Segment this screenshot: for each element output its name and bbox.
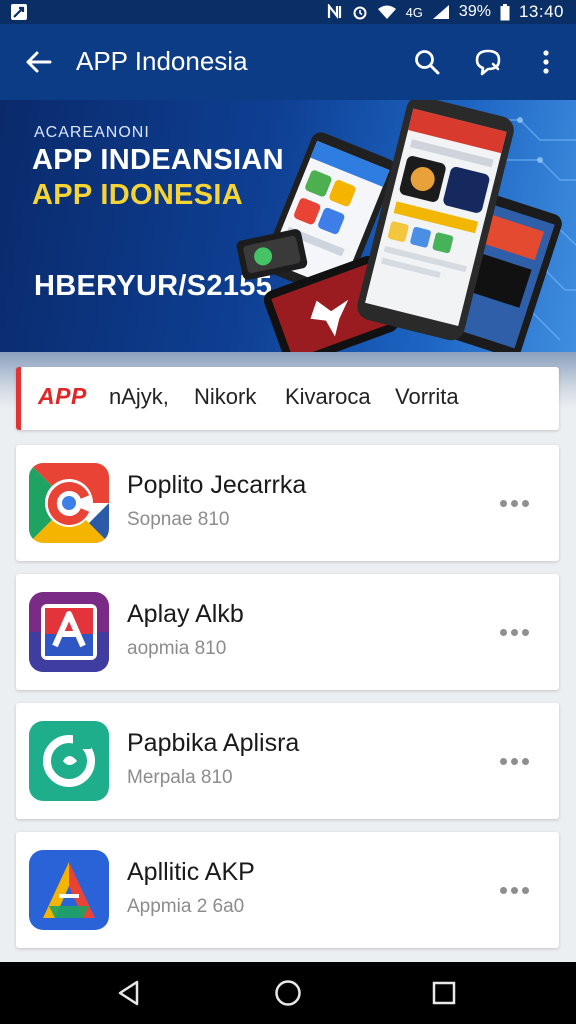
- nav-recent-button[interactable]: [427, 976, 461, 1010]
- search-button[interactable]: [409, 44, 445, 80]
- app-list-item[interactable]: Papbika Aplisra Merpala 810: [16, 703, 559, 819]
- status-icons: 4G 39% 13:40: [327, 2, 564, 22]
- triangle-back-icon: [118, 980, 139, 1006]
- tab-3[interactable]: Kivaroca: [285, 384, 371, 410]
- banner-title-line2: APP IDONESIA: [32, 179, 243, 211]
- notification-icon: [11, 4, 27, 20]
- app-name: Poplito Jecarrka: [127, 471, 307, 499]
- app-bar: APP Indonesia: [0, 24, 576, 100]
- app-name: Papbika Aplisra: [127, 729, 300, 757]
- app-list-item[interactable]: Aplay Alkb aopmia 810: [16, 574, 559, 690]
- app-icon-blue-a: [29, 850, 109, 930]
- more-horizontal-icon[interactable]: [494, 743, 534, 779]
- app-name: Aplay Alkb: [127, 600, 244, 628]
- battery-percent: 39%: [458, 3, 491, 20]
- banner-small-text: ACAREANONI: [34, 124, 150, 141]
- more-vertical-icon: [543, 50, 549, 74]
- page-title: APP Indonesia: [76, 46, 248, 76]
- more-horizontal-icon[interactable]: [494, 872, 534, 908]
- app-list-item[interactable]: Apllitic AKP Appmia 2 6a0: [16, 832, 559, 948]
- circle-home-icon: [275, 980, 301, 1006]
- chat-search-button[interactable]: [470, 44, 506, 80]
- app-meta: aopmia 810: [127, 638, 227, 659]
- overflow-menu-button[interactable]: [528, 44, 564, 80]
- app-name: Apllitic AKP: [127, 858, 255, 886]
- arrow-left-icon: [26, 51, 52, 73]
- network-type-label: 4G: [405, 4, 423, 20]
- app-icon-teal-circle: [29, 721, 109, 801]
- phones-illustration: [236, 100, 562, 352]
- app-icon-colorful-c: [29, 463, 109, 543]
- tab-2[interactable]: Nikork: [194, 384, 256, 410]
- status-time: 13:40: [518, 2, 564, 21]
- promo-banner[interactable]: ACAREANONI APP INDEANSIAN APP IDONESIA H…: [0, 100, 576, 352]
- more-horizontal-icon[interactable]: [494, 485, 534, 521]
- alarm-icon: [352, 4, 368, 20]
- signal-icon: [432, 4, 450, 20]
- system-nav-bar: [0, 962, 576, 1024]
- nav-home-button[interactable]: [271, 976, 305, 1010]
- status-bar: 4G 39% 13:40: [0, 0, 576, 24]
- app-meta: Sopnae 810: [127, 509, 230, 530]
- back-button[interactable]: [20, 44, 56, 80]
- app-icon-red-a: [29, 592, 109, 672]
- app-meta: Appmia 2 6a0: [127, 896, 245, 917]
- app-list-item[interactable]: Poplito Jecarrka Sopnae 810: [16, 445, 559, 561]
- chat-search-icon: [475, 49, 501, 76]
- battery-icon: [500, 3, 510, 21]
- search-icon: [415, 50, 440, 75]
- tab-1[interactable]: nAjyk,: [109, 384, 169, 410]
- wifi-icon: [377, 4, 397, 20]
- square-recent-icon: [432, 981, 456, 1005]
- more-horizontal-icon[interactable]: [494, 614, 534, 650]
- app-meta: Merpala 810: [127, 767, 233, 788]
- nfc-icon: [327, 4, 343, 20]
- category-tabs: APP nAjyk, Nikork Kivaroca Vorrita: [16, 367, 559, 430]
- nav-back-button[interactable]: [112, 976, 146, 1010]
- tab-4[interactable]: Vorrita: [395, 384, 459, 410]
- tabs-logo[interactable]: APP: [38, 383, 87, 410]
